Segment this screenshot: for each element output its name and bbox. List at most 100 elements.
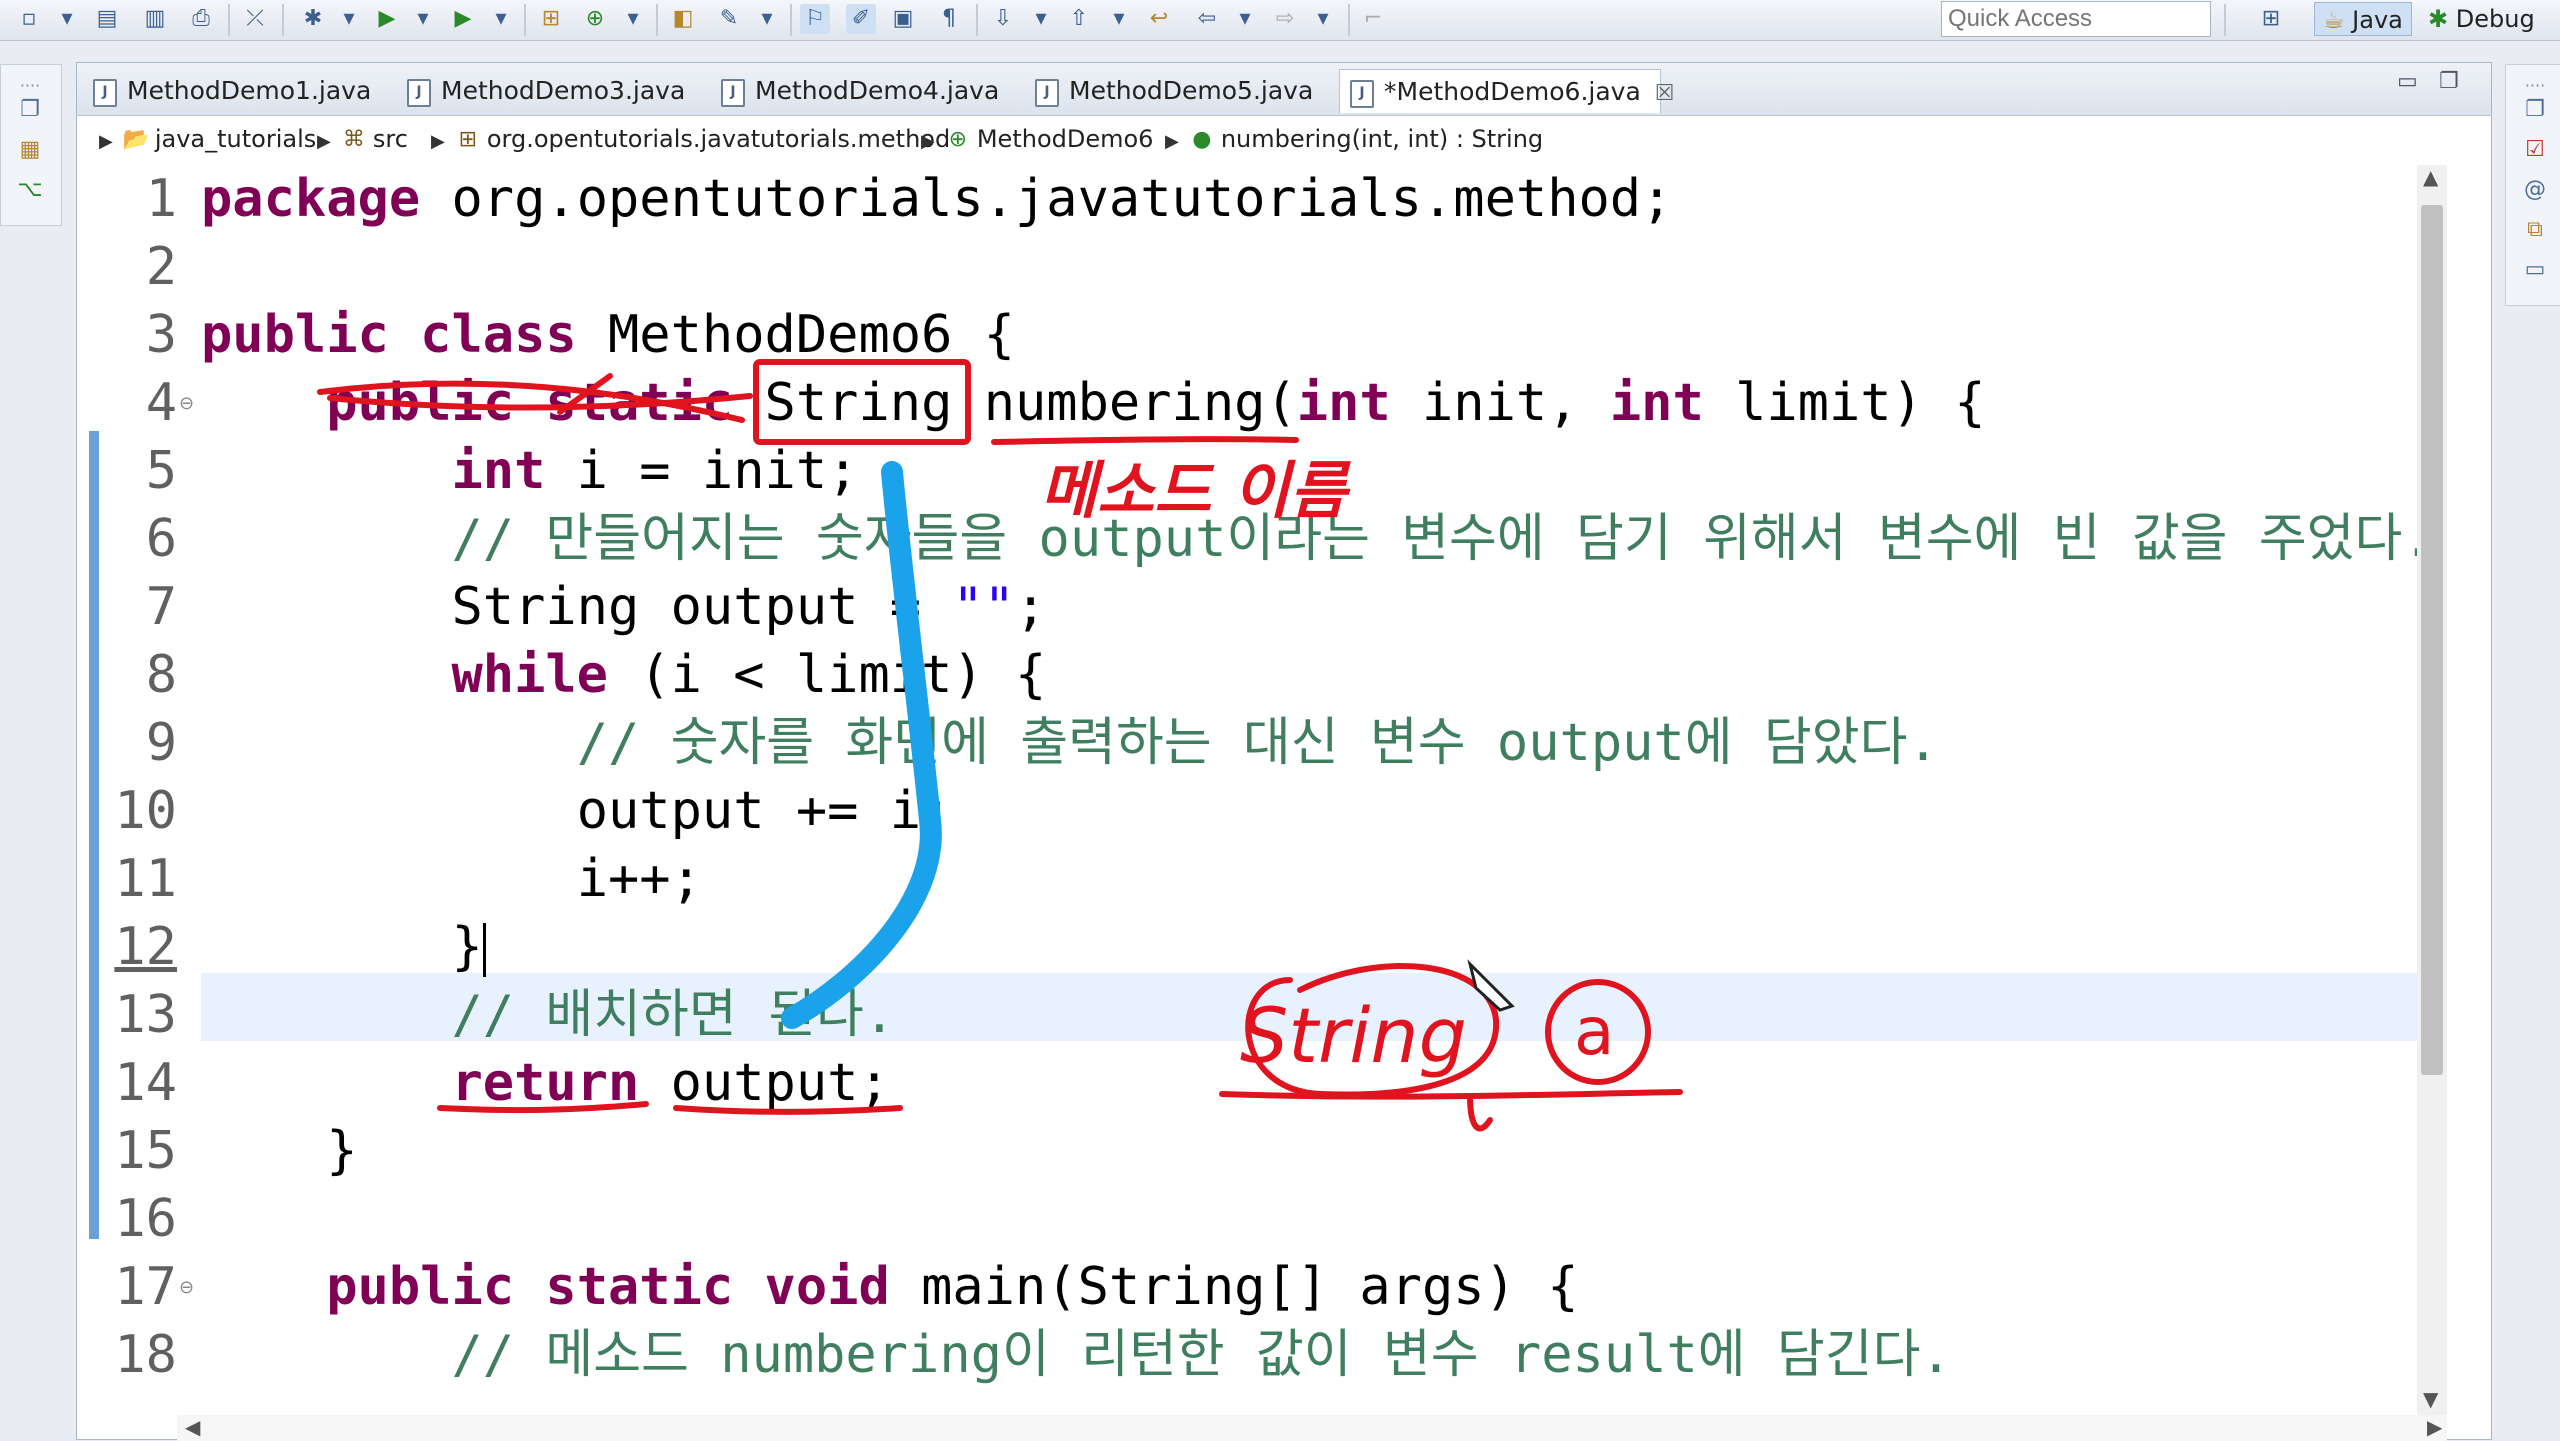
minimize-icon[interactable]: ▭: [2397, 69, 2418, 94]
breadcrumb-src[interactable]: ▶ ⌘ src: [317, 116, 408, 165]
task-list-icon[interactable]: ☑: [2520, 135, 2550, 165]
perspective-debug-button[interactable]: ✱ Debug: [2420, 2, 2543, 36]
code-line: // 만들어지는 숫자들을 output이라는 변수에 담기 위해서 변수에 빈…: [201, 505, 2417, 573]
block-selection-icon[interactable]: ▣: [888, 4, 918, 34]
line-number: 15: [114, 1121, 177, 1181]
dropdown-arrow-icon[interactable]: ▾: [1308, 4, 1338, 34]
fold-toggle-icon[interactable]: ⊖: [179, 393, 194, 414]
scroll-up-icon[interactable]: ▲: [2423, 165, 2438, 189]
keyword: public static void: [326, 1257, 890, 1317]
skip-breakpoints-icon[interactable]: ⤫: [240, 4, 270, 34]
javadoc-icon[interactable]: @: [2520, 175, 2550, 205]
tab-methoddemo6[interactable]: J *MethodDemo6.java ☒: [1339, 69, 1675, 113]
scroll-right-icon[interactable]: ▶: [2427, 1415, 2442, 1439]
restore-icon[interactable]: ❐: [2520, 95, 2550, 125]
breadcrumb-label: MethodDemo6: [976, 125, 1154, 153]
horizontal-scrollbar[interactable]: ◀ ▶: [177, 1415, 2447, 1441]
keyword: public class: [201, 305, 577, 365]
code-text: String output =: [451, 577, 953, 637]
scrollbar-thumb[interactable]: [2421, 205, 2443, 1075]
new-package-icon[interactable]: ⊞: [536, 4, 566, 34]
maximize-icon[interactable]: ❐: [2439, 69, 2459, 94]
line-number: 10: [114, 781, 177, 841]
line-number: 3: [145, 305, 177, 365]
code-text: }: [326, 1121, 358, 1181]
next-annotation-icon[interactable]: ⇩: [988, 4, 1018, 34]
open-type-icon[interactable]: ◧: [668, 4, 698, 34]
comment: // 숫자를 화면에 출력하는 대신 변수 output에 담았다.: [576, 713, 1939, 773]
vertical-scrollbar[interactable]: ▲ ▼: [2417, 165, 2447, 1415]
code-line: output += i;: [201, 777, 953, 845]
keyword: public static: [326, 373, 734, 433]
breadcrumb-label: java_tutorials: [154, 125, 317, 153]
java-file-icon: J: [1350, 80, 1374, 108]
highlight-icon[interactable]: ✐: [846, 4, 876, 34]
line-number: 9: [145, 713, 177, 773]
tab-methoddemo4[interactable]: J MethodDemo4.java: [711, 69, 1011, 113]
line-number: 18: [114, 1325, 177, 1385]
tab-methoddemo1[interactable]: J MethodDemo1.java: [83, 69, 383, 113]
package-explorer-icon[interactable]: ▦: [15, 135, 45, 165]
dropdown-arrow-icon[interactable]: ▾: [752, 4, 782, 34]
run-icon[interactable]: ▶: [372, 4, 402, 34]
open-perspective-icon[interactable]: ⊞: [2256, 4, 2286, 34]
class-icon: ⊕: [948, 127, 968, 152]
dropdown-arrow-icon[interactable]: ▾: [1230, 4, 1260, 34]
save-icon[interactable]: ▤: [92, 4, 122, 34]
code-line: int i = init;: [201, 437, 858, 505]
line-number: 6: [145, 509, 177, 569]
breadcrumb-package[interactable]: ▶ ⊞ org.opentutorials.javatutorials.method: [431, 116, 950, 165]
back-icon[interactable]: ⇦: [1192, 4, 1222, 34]
new-icon[interactable]: ▫: [14, 4, 44, 34]
java-editor: J MethodDemo1.java J MethodDemo3.java J Met…: [76, 62, 2492, 1441]
new-class-icon[interactable]: ⊕: [580, 4, 610, 34]
save-all-icon[interactable]: ▥: [140, 4, 170, 34]
dropdown-arrow-icon[interactable]: ▾: [618, 4, 648, 34]
tab-methoddemo5[interactable]: J MethodDemo5.java: [1025, 69, 1325, 113]
show-whitespace-icon[interactable]: ¶: [934, 4, 964, 34]
perspective-java-button[interactable]: ☕ Java: [2314, 2, 2412, 36]
console-icon[interactable]: ▭: [2520, 255, 2550, 285]
line-number: 13: [114, 985, 177, 1045]
close-tab-icon[interactable]: ☒: [1655, 81, 1675, 106]
dropdown-arrow-icon[interactable]: ▾: [334, 4, 364, 34]
forward-icon[interactable]: ⇨: [1270, 4, 1300, 34]
java-file-icon: J: [407, 79, 431, 107]
line-number: 17: [114, 1257, 177, 1317]
declaration-icon[interactable]: ⧉: [2520, 215, 2550, 245]
code-area[interactable]: 1 2 3 4 ⊖ 5 6 7 8 9 10 11 12 13 14 15 16…: [77, 165, 2417, 1415]
dropdown-arrow-icon[interactable]: ▾: [486, 4, 516, 34]
pin-editor-icon[interactable]: ⌐: [1358, 4, 1388, 34]
quick-access-input[interactable]: [1941, 1, 2211, 37]
comment: // 메소드 numbering이 리턴한 값이 변수 result에 담긴다.: [451, 1325, 1952, 1385]
scroll-left-icon[interactable]: ◀: [185, 1415, 200, 1439]
separator: [1348, 4, 1350, 36]
restore-icon[interactable]: ❐: [15, 95, 45, 125]
dropdown-arrow-icon[interactable]: ▾: [1104, 4, 1134, 34]
run-external-tools-icon[interactable]: ▶: [448, 4, 478, 34]
fold-toggle-icon[interactable]: ⊖: [179, 1277, 194, 1298]
dropdown-arrow-icon[interactable]: ▾: [52, 4, 82, 34]
scroll-down-icon[interactable]: ▼: [2423, 1387, 2438, 1411]
java-file-icon: J: [1035, 79, 1059, 107]
search-icon[interactable]: ✎: [714, 4, 744, 34]
code-line: }: [201, 1117, 358, 1185]
code-line: return output;: [201, 1049, 889, 1117]
code-line: // 배치하면 된다.: [201, 981, 895, 1049]
separator: [976, 4, 978, 36]
previous-annotation-icon[interactable]: ⇧: [1064, 4, 1094, 34]
tab-methoddemo3[interactable]: J MethodDemo3.java: [397, 69, 697, 113]
breadcrumb-class[interactable]: ▶ ⊕ MethodDemo6: [921, 116, 1153, 165]
perspective-java-label: Java: [2352, 6, 2403, 34]
type-hierarchy-icon[interactable]: ⌥: [15, 175, 45, 205]
print-icon[interactable]: ⎙: [186, 4, 216, 34]
debug-icon[interactable]: ✱: [298, 4, 328, 34]
tab-label: *MethodDemo6.java: [1384, 77, 1641, 106]
breadcrumb-project[interactable]: ▶ 📂 java_tutorials: [99, 116, 316, 165]
code-line: // 숫자를 화면에 출력하는 대신 변수 output에 담았다.: [201, 709, 1939, 777]
toggle-mark-occurrences-icon[interactable]: ⚐: [800, 4, 830, 34]
dropdown-arrow-icon[interactable]: ▾: [408, 4, 438, 34]
dropdown-arrow-icon[interactable]: ▾: [1026, 4, 1056, 34]
breadcrumb-method[interactable]: ▶ ● numbering(int, int) : String: [1165, 116, 1543, 165]
last-edit-location-icon[interactable]: ↩: [1144, 4, 1174, 34]
